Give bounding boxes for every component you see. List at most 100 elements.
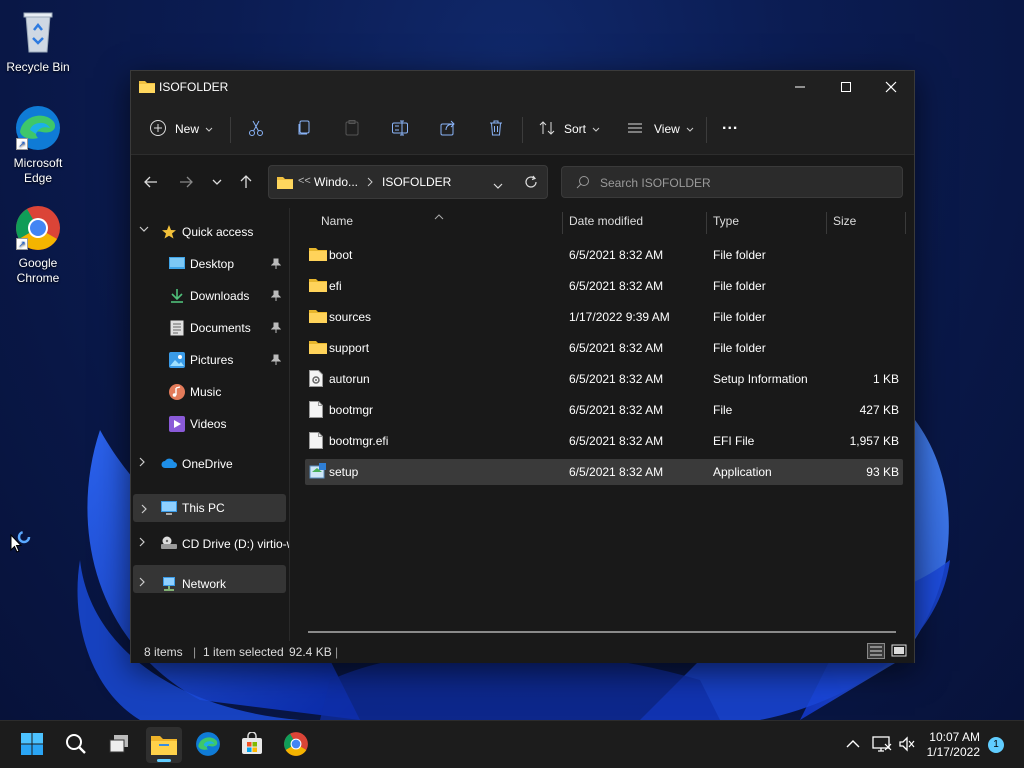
- rename-button[interactable]: [391, 115, 409, 143]
- notification-badge[interactable]: 1: [988, 737, 1004, 753]
- refresh-icon[interactable]: [524, 175, 538, 192]
- file-row-autorun[interactable]: autorun 6/5/2021 8:32 AM Setup Information…: [305, 366, 903, 392]
- column-divider[interactable]: [905, 212, 906, 234]
- chevron-right-icon: [141, 503, 148, 517]
- taskbar-search-button[interactable]: [58, 727, 94, 763]
- minimize-button[interactable]: [777, 71, 823, 103]
- file-row-efi[interactable]: efi 6/5/2021 8:32 AM File folder: [305, 273, 903, 299]
- clipboard-icon: [343, 119, 361, 140]
- file-row-setup[interactable]: setup 6/5/2021 8:32 AM Application 93 KB: [305, 459, 903, 485]
- breadcrumb-isofolder[interactable]: ISOFOLDER: [382, 175, 451, 189]
- address-bar[interactable]: << Windo... ISOFOLDER: [268, 165, 548, 199]
- nav-network[interactable]: Network: [131, 570, 289, 598]
- breadcrumb-windows[interactable]: Windo...: [314, 175, 358, 189]
- nav-cd-drive[interactable]: CD Drive (D:) virtio-win: [131, 530, 289, 558]
- up-button[interactable]: [236, 172, 256, 192]
- show-hidden-icons-button[interactable]: [846, 738, 860, 752]
- cloud-icon: [161, 458, 178, 472]
- close-button[interactable]: [868, 71, 914, 103]
- nav-videos[interactable]: Videos: [131, 410, 289, 438]
- forward-button[interactable]: [176, 172, 196, 192]
- nav-onedrive[interactable]: OneDrive: [131, 450, 289, 478]
- file-row-support[interactable]: support 6/5/2021 8:32 AM File folder: [305, 335, 903, 361]
- share-button[interactable]: [439, 115, 457, 143]
- new-button[interactable]: New: [149, 115, 213, 143]
- file-icon: [309, 432, 323, 452]
- maximize-button[interactable]: [823, 71, 869, 103]
- task-view-button[interactable]: [102, 727, 138, 763]
- picture-icon: [169, 352, 185, 371]
- network-status-icon[interactable]: [872, 735, 892, 756]
- details-view-button[interactable]: [867, 643, 885, 662]
- column-divider[interactable]: [706, 212, 707, 234]
- nav-pictures[interactable]: Pictures: [131, 346, 289, 374]
- start-button[interactable]: [14, 727, 50, 763]
- taskbar-file-explorer[interactable]: [146, 727, 182, 763]
- search-input[interactable]: [600, 174, 890, 192]
- file-row-boot[interactable]: boot 6/5/2021 8:32 AM File folder: [305, 242, 903, 268]
- column-header-date[interactable]: Date modified: [569, 214, 643, 232]
- address-history-chevron-icon[interactable]: [493, 179, 503, 193]
- column-header-name[interactable]: Name: [321, 214, 353, 232]
- taskbar-store[interactable]: [234, 727, 270, 763]
- paste-button[interactable]: [343, 115, 361, 143]
- column-divider[interactable]: [562, 212, 563, 234]
- delete-button[interactable]: [487, 115, 505, 143]
- sort-button[interactable]: Sort: [538, 115, 600, 143]
- horizontal-scrollbar[interactable]: [308, 631, 896, 633]
- nav-music[interactable]: Music: [131, 378, 289, 406]
- file-row-bootmgr[interactable]: bootmgr 6/5/2021 8:32 AM File 427 KB: [305, 397, 903, 423]
- plus-circle-icon: [149, 119, 167, 140]
- file-row-sources[interactable]: sources 1/17/2022 9:39 AM File folder: [305, 304, 903, 330]
- system-clock[interactable]: 10:07 AM 1/17/2022: [920, 730, 980, 760]
- volume-muted-icon[interactable]: [898, 735, 916, 756]
- file-type: File folder: [713, 310, 766, 324]
- desktop-icon-chrome[interactable]: ↗ Google Chrome: [0, 204, 76, 286]
- nav-this-pc-highlight[interactable]: This PC: [133, 494, 286, 522]
- taskbar-chrome[interactable]: [278, 727, 314, 763]
- pane-splitter[interactable]: [289, 208, 290, 645]
- nav-label: Pictures: [190, 353, 234, 367]
- large-icons-view-button[interactable]: [891, 643, 907, 662]
- pin-icon: [270, 354, 282, 369]
- desktop-icon-edge[interactable]: ↗ Microsoft Edge: [0, 104, 76, 186]
- nav-label: CD Drive (D:) virtio-win: [182, 537, 289, 551]
- nav-desktop[interactable]: Desktop: [131, 250, 289, 278]
- title-bar[interactable]: ISOFOLDER: [131, 71, 914, 103]
- cut-button[interactable]: [247, 115, 265, 143]
- file-icon: [309, 401, 323, 421]
- nav-documents[interactable]: Documents: [131, 314, 289, 342]
- recent-locations-button[interactable]: [207, 172, 227, 192]
- pin-icon: [270, 290, 282, 305]
- desktop-icon-recycle-bin[interactable]: Recycle Bin: [0, 8, 76, 75]
- breadcrumb-overflow[interactable]: <<: [298, 175, 311, 187]
- column-divider[interactable]: [826, 212, 827, 234]
- file-size: 427 KB: [859, 403, 899, 417]
- selection-count: 1 item selected: [203, 645, 284, 659]
- back-button[interactable]: [141, 172, 161, 192]
- shortcut-arrow-icon: ↗: [16, 138, 28, 150]
- copy-button[interactable]: [295, 115, 313, 143]
- nav-label: Desktop: [190, 257, 235, 271]
- store-bag-icon: [240, 730, 264, 759]
- view-button-label: View: [654, 122, 680, 136]
- more-options-button[interactable]: ...: [722, 115, 738, 143]
- view-button[interactable]: View: [626, 115, 694, 143]
- column-header-type[interactable]: Type: [713, 214, 739, 232]
- nav-quick-access[interactable]: Quick access: [131, 218, 289, 246]
- file-row-bootmgr-efi[interactable]: bootmgr.efi 6/5/2021 8:32 AM EFI File 1,957…: [305, 428, 903, 454]
- edge-icon: [195, 731, 221, 760]
- folder-icon: [309, 308, 327, 326]
- nav-label: OneDrive: [182, 457, 233, 471]
- edge-icon: ↗: [14, 104, 62, 152]
- file-date: 6/5/2021 8:32 AM: [569, 434, 664, 448]
- folder-icon: [309, 339, 327, 357]
- nav-downloads[interactable]: Downloads: [131, 282, 289, 310]
- column-header-size[interactable]: Size: [833, 214, 856, 232]
- scissors-icon: [247, 119, 265, 140]
- search-box[interactable]: [561, 166, 903, 198]
- sort-arrows-icon: [538, 119, 556, 140]
- file-explorer-window[interactable]: ISOFOLDER New Sort View ... << Windo... …: [130, 70, 915, 663]
- file-name: boot: [329, 248, 353, 262]
- taskbar-edge[interactable]: [190, 727, 226, 763]
